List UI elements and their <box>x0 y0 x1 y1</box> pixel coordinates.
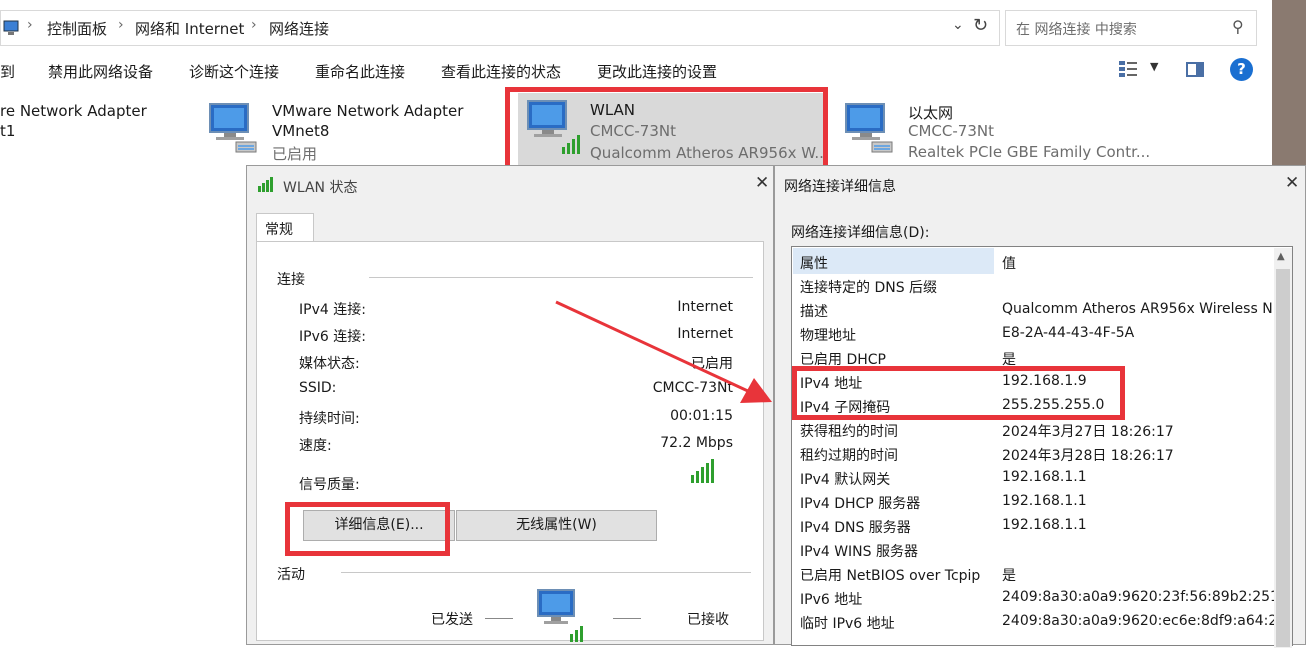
media-state-label: 媒体状态: <box>299 356 360 372</box>
breadcrumb-network-connections[interactable]: 网络连接 <box>269 18 329 39</box>
adapter-description: Realtek PCIe GBE Family Contr... <box>908 143 1151 161</box>
help-icon[interactable]: ? <box>1230 58 1253 81</box>
detail-value: 2409:8a30:a0a9:9620:23f:56:89b2:251a <box>1002 589 1274 605</box>
network-activity-icon <box>537 589 583 642</box>
detail-property: 已启用 NetBIOS over Tcpip <box>800 568 981 584</box>
highlight-box-wlan <box>505 87 828 173</box>
adapter-name: re Network Adapter <box>0 102 147 120</box>
detail-value: Qualcomm Atheros AR956x Wireless N <box>1002 301 1273 317</box>
detail-value: 2409:8a30:a0a9:9620:ec6e:8df9:a64:22 <box>1002 613 1274 629</box>
chevron-down-icon[interactable]: ⌄ <box>952 17 964 33</box>
ethernet-adapter-icon <box>845 103 893 153</box>
section-connection: 连接 <box>277 272 305 288</box>
toolbar-connect-to[interactable]: 到 <box>0 61 15 82</box>
desktop-background-strip <box>1272 0 1306 165</box>
detail-value: 192.168.1.1 <box>1002 517 1087 533</box>
annotation-arrow <box>555 300 772 403</box>
ipv6-label: IPv6 连接: <box>299 329 366 345</box>
close-button[interactable]: ✕ <box>755 173 769 193</box>
detail-property: IPv4 DNS 服务器 <box>800 520 911 536</box>
preview-pane-icon[interactable] <box>1186 62 1204 77</box>
speed-label: 速度: <box>299 438 332 454</box>
detail-value: E8-2A-44-43-4F-5A <box>1002 325 1135 341</box>
detail-property: 临时 IPv6 地址 <box>800 616 895 632</box>
scrollbar-thumb[interactable] <box>1276 269 1290 647</box>
divider <box>341 572 751 573</box>
detail-value: 2024年3月28日 18:26:17 <box>1002 448 1174 464</box>
details-list[interactable]: 属性 值 连接特定的 DNS 后缀 描述 Qualcomm Atheros AR95… <box>791 246 1293 648</box>
toolbar-rename[interactable]: 重命名此连接 <box>315 61 405 82</box>
chevron-right-icon: › <box>118 17 124 33</box>
detail-value: 192.168.1.1 <box>1002 469 1087 485</box>
detail-property: 获得租约的时间 <box>800 424 898 440</box>
search-input[interactable]: 在 网络连接 中搜索 ⚲ <box>1005 10 1257 46</box>
chevron-right-icon: › <box>27 17 33 33</box>
wireless-properties-button[interactable]: 无线属性(W) <box>456 510 657 541</box>
activity-line <box>613 618 641 619</box>
signal-quality-label: 信号质量: <box>299 477 360 493</box>
adapter-name: 以太网 <box>908 104 954 122</box>
scroll-up-icon[interactable]: ▲ <box>1277 251 1285 262</box>
signal-icon <box>258 177 273 192</box>
chevron-right-icon: › <box>251 17 257 33</box>
detail-property: 描述 <box>800 304 828 320</box>
detail-property: 租约过期的时间 <box>800 448 898 464</box>
detail-property: IPv4 默认网关 <box>800 472 891 488</box>
detail-property: 连接特定的 DNS 后缀 <box>800 280 938 296</box>
adapter-ethernet[interactable]: 以太网 CMCC-73Nt Realtek PCIe GBE Family Co… <box>836 96 1150 164</box>
adapter-name: VMware Network Adapter <box>272 102 464 120</box>
view-dropdown-icon[interactable]: ▼ <box>1150 60 1158 73</box>
adapter-line2: CMCC-73Nt <box>908 122 994 140</box>
detail-value: 2024年3月27日 18:26:17 <box>1002 424 1174 440</box>
section-activity: 活动 <box>277 567 305 583</box>
sent-label: 已发送 <box>431 612 473 628</box>
detail-property: IPv6 地址 <box>800 592 863 608</box>
breadcrumb-control-panel[interactable]: 控制面板 <box>47 18 107 39</box>
signal-strength-bars <box>691 457 721 483</box>
adapter-vmnet8[interactable]: VMware Network Adapter VMnet8 已启用 <box>200 96 500 164</box>
column-header-property-label: 属性 <box>800 256 828 272</box>
detail-value: 192.168.1.1 <box>1002 493 1087 509</box>
network-adapter-icon <box>209 103 257 153</box>
detail-property: 物理地址 <box>800 328 856 344</box>
control-panel-icon <box>3 20 19 35</box>
search-placeholder: 在 网络连接 中搜索 <box>1016 22 1137 38</box>
breadcrumb-network-internet[interactable]: 网络和 Internet <box>135 18 244 39</box>
close-button[interactable]: ✕ <box>1285 173 1299 193</box>
toolbar-diagnose[interactable]: 诊断这个连接 <box>189 61 279 82</box>
speed-value: 72.2 Mbps <box>660 435 733 451</box>
highlight-box-details <box>285 502 450 556</box>
divider <box>369 277 753 278</box>
refresh-icon[interactable]: ↻ <box>973 15 988 36</box>
toolbar-change-settings[interactable]: 更改此连接的设置 <box>597 61 717 82</box>
duration-label: 持续时间: <box>299 411 360 427</box>
wireless-properties-label: 无线属性(W) <box>516 517 597 533</box>
ipv4-label: IPv4 连接: <box>299 302 366 318</box>
dialog-title: 网络连接详细信息 <box>784 179 896 195</box>
detail-property: IPv4 DHCP 服务器 <box>800 496 921 512</box>
activity-line <box>485 618 513 619</box>
tab-general[interactable]: 常规 <box>256 213 314 242</box>
adapter-line2: t1 <box>0 122 16 140</box>
view-options-icon[interactable] <box>1118 60 1138 78</box>
received-label: 已接收 <box>687 612 729 628</box>
ssid-label: SSID: <box>299 380 337 396</box>
adapter-vmnet1[interactable]: re Network Adapter t1 <box>0 100 190 160</box>
tab-label: 常规 <box>265 222 293 238</box>
address-bar[interactable]: › 控制面板 › 网络和 Internet › 网络连接 ⌄ ↻ <box>0 10 1000 46</box>
detail-property: IPv4 WINS 服务器 <box>800 544 918 560</box>
adapter-status: 已启用 <box>272 145 318 163</box>
toolbar-disable-device[interactable]: 禁用此网络设备 <box>48 61 153 82</box>
detail-value: 是 <box>1002 568 1016 584</box>
dialog-title: WLAN 状态 <box>283 180 358 196</box>
details-rows: 连接特定的 DNS 后缀 描述 Qualcomm Atheros AR956x Wi… <box>792 275 1274 647</box>
toolbar-view-status[interactable]: 查看此连接的状态 <box>441 61 561 82</box>
adapter-line2: VMnet8 <box>272 122 330 140</box>
list-label: 网络连接详细信息(D): <box>791 225 930 241</box>
column-header-value-label: 值 <box>1002 256 1016 272</box>
search-icon: ⚲ <box>1232 17 1244 36</box>
highlight-box-ipv4 <box>792 366 1125 420</box>
